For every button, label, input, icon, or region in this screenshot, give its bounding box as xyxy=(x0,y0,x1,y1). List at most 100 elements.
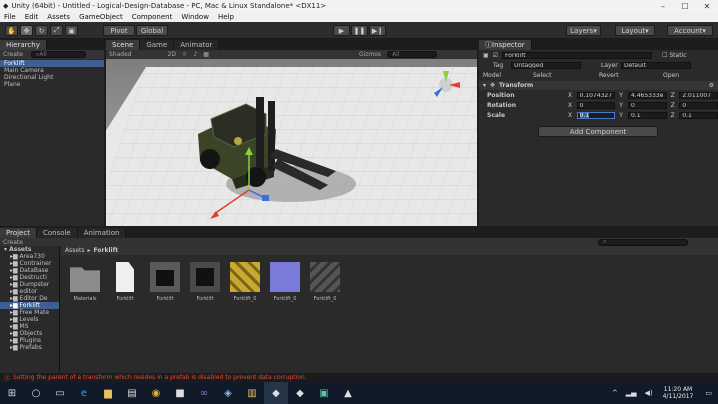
rotation-x-field[interactable]: 0 xyxy=(576,102,616,109)
object-name-field[interactable]: Forklift xyxy=(502,52,653,59)
step-button[interactable]: ▶❙ xyxy=(369,25,386,36)
folder-plugins[interactable]: ▸▆ Plugins xyxy=(0,337,59,344)
hierarchy-item-plane[interactable]: Plane xyxy=(0,81,104,88)
tray-chevron-icon[interactable]: ^ xyxy=(612,389,618,397)
asset-forklift-prefab[interactable]: Forklift xyxy=(188,262,222,302)
project-search-input[interactable]: ⌕ xyxy=(598,238,688,246)
notifications-icon[interactable]: ▭ xyxy=(705,389,712,397)
menu-gameobject[interactable]: GameObject xyxy=(79,13,123,21)
model-revert-button[interactable]: Revert xyxy=(599,72,663,79)
asset-forklift-file[interactable]: Forklift xyxy=(108,262,142,302)
tab-animator[interactable]: Animator xyxy=(174,40,220,50)
tab-game[interactable]: Game xyxy=(140,40,175,50)
position-z-field[interactable]: 2.011007 xyxy=(679,92,718,99)
rect-tool-icon[interactable]: ▣ xyxy=(65,25,78,36)
hand-tool-icon[interactable]: ✋ xyxy=(5,25,18,36)
tab-scene[interactable]: Scene xyxy=(106,40,141,50)
folder-dumpster[interactable]: ▸▆ Dumpster xyxy=(0,281,59,288)
position-x-field[interactable]: 0.1074327 xyxy=(576,92,616,99)
2d-toggle[interactable]: 2D xyxy=(168,51,176,58)
play-button[interactable]: ▶ xyxy=(333,25,350,36)
pause-button[interactable]: ❚❚ xyxy=(351,25,368,36)
hierarchy-search-input[interactable]: ⌕ All xyxy=(30,51,86,58)
folder-objects[interactable]: ▸▆ Objects xyxy=(0,330,59,337)
taskbar-3d-app[interactable]: ◈ xyxy=(216,382,240,404)
menu-help[interactable]: Help xyxy=(218,13,234,21)
breadcrumb-assets[interactable]: Assets xyxy=(65,247,85,254)
transform-header[interactable]: ▾ ✥ Transform ⚙ xyxy=(479,81,718,90)
scale-tool-icon[interactable]: ⤢ xyxy=(50,25,63,36)
asset-forklift-texture-albedo[interactable]: Forklift_0 xyxy=(228,262,262,302)
breadcrumb-forklift[interactable]: Forklift xyxy=(94,247,119,254)
taskbar-edge[interactable]: e xyxy=(72,382,96,404)
scale-y-field[interactable]: 0.1 xyxy=(627,112,667,119)
scale-x-field[interactable]: 0.1 xyxy=(576,112,616,119)
menu-edit[interactable]: Edit xyxy=(25,13,39,21)
menu-component[interactable]: Component xyxy=(132,13,173,21)
global-toggle[interactable]: Global xyxy=(136,25,168,36)
folder-forklift[interactable]: ▸▆ Forklift xyxy=(0,302,59,309)
task-view-button[interactable]: ▭ xyxy=(48,382,72,404)
taskbar-file-app[interactable]: ▥ xyxy=(240,382,264,404)
taskbar-unity-2[interactable]: ◆ xyxy=(288,382,312,404)
taskbar-chrome[interactable]: ◉ xyxy=(144,382,168,404)
taskbar-app-dark[interactable]: ■ xyxy=(168,382,192,404)
taskbar-visual-studio[interactable]: ∞ xyxy=(192,382,216,404)
folder-editor-de[interactable]: ▸▆ Editor De xyxy=(0,295,59,302)
folder-levels[interactable]: ▸▆ Levels xyxy=(0,316,59,323)
console-status-bar[interactable]: ⓵ Setting the parent of a transform whic… xyxy=(0,373,718,382)
taskbar-store[interactable]: ▤ xyxy=(120,382,144,404)
model-open-button[interactable]: Open xyxy=(663,72,693,79)
shading-dropdown[interactable]: Shaded xyxy=(109,51,132,58)
static-checkbox[interactable]: ☐ Static xyxy=(662,52,686,59)
scene-viewport[interactable]: Persp xyxy=(106,59,477,226)
start-button[interactable]: ⊞ xyxy=(0,382,24,404)
asset-forklift-texture-metallic[interactable]: Forklift_0 xyxy=(308,262,342,302)
pivot-toggle[interactable]: Pivot xyxy=(103,25,135,36)
asset-forklift-texture-normal[interactable]: Forklift_0 xyxy=(268,262,302,302)
scale-z-field[interactable]: 0.1 xyxy=(679,112,718,119)
taskbar-unity[interactable]: ◆ xyxy=(264,382,288,404)
minimize-icon[interactable]: – xyxy=(652,2,674,11)
folder-editor[interactable]: ▸▆ editor xyxy=(0,288,59,295)
tab-project[interactable]: Project xyxy=(0,228,37,238)
folder-prefabs[interactable]: ▸▆ Prefabs xyxy=(0,344,59,351)
folder-free-mate[interactable]: ▸▆ Free Mate xyxy=(0,309,59,316)
rotation-z-field[interactable]: 0 xyxy=(679,102,718,109)
folder-ms[interactable]: ▸▆ MS xyxy=(0,323,59,330)
position-y-field[interactable]: 4.465333e xyxy=(627,92,667,99)
layout-dropdown[interactable]: Layout ▾ xyxy=(615,25,655,36)
network-icon[interactable]: ▂▄ xyxy=(626,389,637,397)
component-settings-icon[interactable]: ⚙ xyxy=(709,82,714,89)
folder-destructi[interactable]: ▸▆ Destructi xyxy=(0,274,59,281)
layer-dropdown[interactable]: Default xyxy=(621,62,691,69)
taskbar-pycharm[interactable]: ▣ xyxy=(312,382,336,404)
tab-hierarchy[interactable]: Hierarchy xyxy=(0,40,47,50)
menu-file[interactable]: File xyxy=(4,13,16,21)
volume-icon[interactable]: ◀) xyxy=(644,389,652,397)
scene-search-input[interactable]: All xyxy=(387,51,438,58)
folder-contrainer[interactable]: ▸▆ Contrainer xyxy=(0,260,59,267)
hierarchy-item-directional-light[interactable]: Directional Light xyxy=(0,74,104,81)
hierarchy-item-forklift[interactable]: Forklift xyxy=(0,60,104,67)
tag-dropdown[interactable]: Untagged xyxy=(511,62,581,69)
effects-icon[interactable]: ▦ xyxy=(203,51,209,58)
tab-console[interactable]: Console xyxy=(36,228,78,238)
close-icon[interactable]: ✕ xyxy=(696,2,718,11)
active-checkbox[interactable]: ☑ xyxy=(493,52,498,59)
asset-forklift-model[interactable]: Forklift xyxy=(148,262,182,302)
folder-area730[interactable]: ▸▆ Area730 xyxy=(0,253,59,260)
hierarchy-create-button[interactable]: Create xyxy=(3,51,23,58)
maximize-icon[interactable]: ☐ xyxy=(674,2,696,11)
tab-animation[interactable]: Animation xyxy=(77,228,127,238)
model-select-button[interactable]: Select xyxy=(533,72,599,79)
account-dropdown[interactable]: Account ▾ xyxy=(667,25,713,36)
menu-assets[interactable]: Assets xyxy=(47,13,70,21)
taskbar-photos[interactable]: ▲ xyxy=(336,382,360,404)
asset-materials[interactable]: Materials xyxy=(68,262,102,302)
audio-icon[interactable]: ♪ xyxy=(193,51,197,58)
assets-root[interactable]: ▾ Assets xyxy=(0,246,59,253)
tab-inspector[interactable]: ⓘ Inspector xyxy=(479,40,532,50)
lighting-icon[interactable]: ☼ xyxy=(182,51,187,58)
rotate-tool-icon[interactable]: ↻ xyxy=(35,25,48,36)
